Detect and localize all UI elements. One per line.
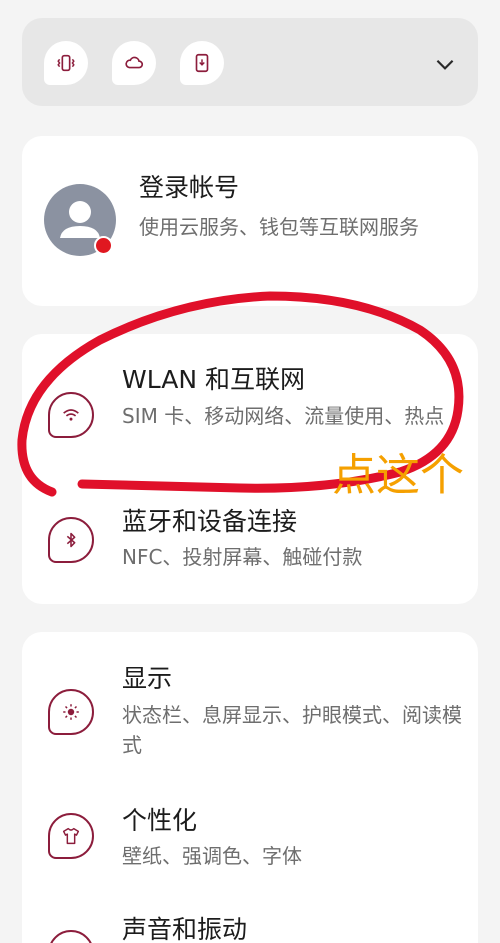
account-title: 登录帐号 <box>139 173 240 202</box>
vibrate-toggle[interactable] <box>44 41 88 85</box>
bluetooth-row-icon <box>48 517 94 563</box>
display-subtitle: 状态栏、息屏显示、护眼模式、阅读模式 <box>122 703 462 757</box>
wifi-icon <box>63 409 79 421</box>
notification-badge <box>94 236 113 255</box>
brightness-icon <box>63 704 79 720</box>
bluetooth-title: 蓝牙和设备连接 <box>122 507 298 536</box>
personalize-row-icon <box>48 813 94 859</box>
display-card: 显示 状态栏、息屏显示、护眼模式、阅读模式 个性化 壁纸、强调色、字体 声音和振… <box>22 632 478 943</box>
sound-title: 声音和振动 <box>122 915 248 943</box>
wlan-title: WLAN 和互联网 <box>122 365 305 394</box>
wlan-row-icon <box>48 392 94 438</box>
account-card[interactable]: 登录帐号 使用云服务、钱包等互联网服务 <box>22 136 478 306</box>
phone-download-icon <box>195 53 209 73</box>
annotation-text: 点这个 <box>332 450 464 501</box>
account-subtitle: 使用云服务、钱包等互联网服务 <box>139 215 419 239</box>
bluetooth-subtitle: NFC、投射屏幕、触碰付款 <box>122 545 363 569</box>
phone-download-toggle[interactable] <box>180 41 224 85</box>
cloud-icon <box>125 56 143 69</box>
expand-button[interactable] <box>432 51 458 77</box>
tshirt-icon <box>62 827 80 845</box>
chevron-down-icon <box>436 59 454 70</box>
quick-toggles-card <box>22 18 478 106</box>
display-title: 显示 <box>122 664 173 693</box>
personalize-subtitle: 壁纸、强调色、字体 <box>122 844 302 868</box>
cloud-toggle[interactable] <box>112 41 156 85</box>
personalize-title: 个性化 <box>122 806 198 835</box>
bluetooth-icon <box>66 532 76 548</box>
vibrate-icon <box>57 54 75 72</box>
display-row-icon <box>48 689 94 735</box>
wlan-subtitle: SIM 卡、移动网络、流量使用、热点 <box>122 404 445 428</box>
settings-page: 登录帐号 使用云服务、钱包等互联网服务 WLAN 和互联网 SIM 卡、移动网络… <box>0 0 500 943</box>
sound-row-icon <box>48 930 94 943</box>
